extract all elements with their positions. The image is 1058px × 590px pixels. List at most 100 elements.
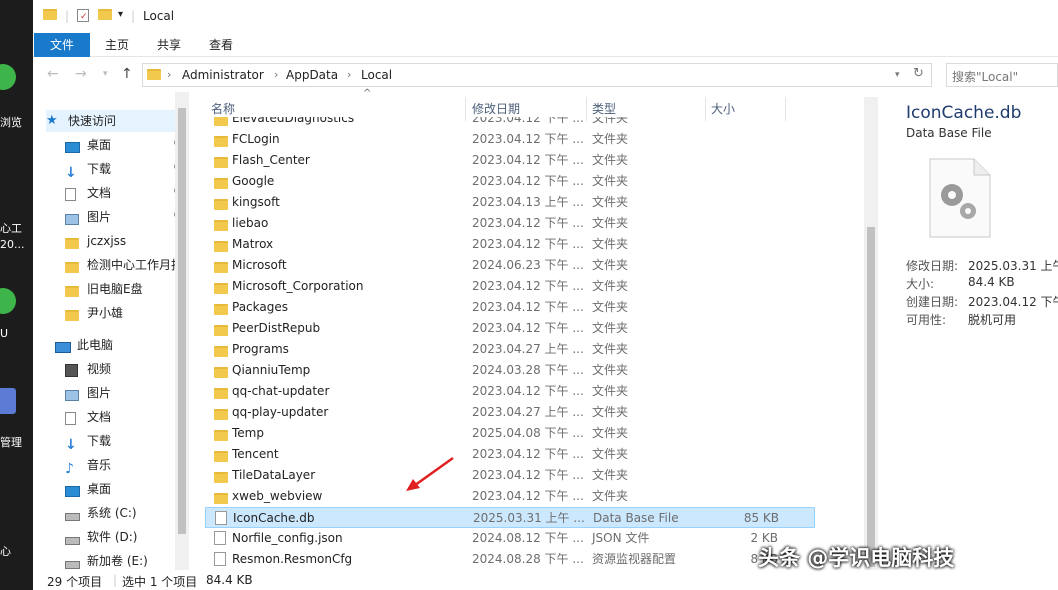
sidebar-item[interactable]: 图片 [65,382,183,404]
file-row[interactable]: Norfile_config.json 2024.08.12 下午 ... JSON… [205,528,815,549]
file-row[interactable]: ElevatedDiagnostics 2023.04.12 下午 ... 文件夹 [205,117,815,129]
preview-prop-value: 脱机可用 [968,313,1017,327]
address-bar[interactable]: › Administrator › AppData › Local ▾ ↻ [142,63,932,87]
desktop-label: 心工 [0,222,22,235]
sidebar-item[interactable]: 系统 (C:) [65,502,183,524]
file-type: 文件夹 [592,405,629,419]
file-row[interactable]: Matrox 2023.04.12 下午 ... 文件夹 [205,234,815,255]
file-row[interactable]: liebao 2023.04.12 下午 ... 文件夹 [205,213,815,234]
file-row[interactable]: FCLogin 2023.04.12 下午 ... 文件夹 [205,129,815,150]
sidebar-item[interactable]: 软件 (D:) [65,526,183,548]
nav-scrollbar[interactable] [175,92,189,570]
chevron-down-icon[interactable]: ▾ [103,69,108,79]
column-name[interactable]: 名称 [211,100,235,117]
chevron-right-icon[interactable]: › [167,68,171,81]
column-type[interactable]: 类型 [592,100,616,117]
column-date[interactable]: 修改日期 [472,100,520,117]
file-name: liebao [232,216,269,230]
chevron-down-icon[interactable]: ▾ [895,70,900,80]
desktop-icon [65,482,81,497]
chevron-right-icon[interactable]: › [347,68,351,81]
file-row[interactable]: xweb_webview 2023.04.12 下午 ... 文件夹 [205,486,815,507]
sidebar-item[interactable]: 桌面 [65,478,183,500]
sidebar-item-label: 此电脑 [77,338,114,352]
sidebar-item[interactable]: 旧电脑E盘 [65,278,183,300]
sidebar-item[interactable]: 文档 [65,406,183,428]
file-name: TileDataLayer [232,468,316,482]
file-row[interactable]: Tencent 2023.04.12 下午 ... 文件夹 [205,444,815,465]
tab-file[interactable]: 文件 [34,33,90,57]
file-name: FCLogin [232,132,280,146]
properties-icon[interactable]: ✓ [77,9,89,25]
app-icon[interactable] [0,388,16,414]
file-row[interactable]: Microsoft 2024.06.23 下午 ... 文件夹 [205,255,815,276]
file-type: 文件夹 [592,132,629,146]
file-row[interactable]: qq-chat-updater 2023.04.12 下午 ... 文件夹 [205,381,815,402]
file-row[interactable]: Temp 2025.04.08 下午 ... 文件夹 [205,423,815,444]
file-type: 文件夹 [592,216,629,230]
sidebar-item[interactable]: 新加卷 (E:) [65,550,183,572]
column-size[interactable]: 大小 [711,100,735,117]
scroll-thumb[interactable] [867,227,875,567]
up-icon[interactable]: ↑ [121,66,133,82]
sidebar-item[interactable]: 图片⚲ [65,206,183,228]
document-icon [65,410,81,425]
tab-share[interactable]: 共享 [149,33,189,57]
file-row[interactable]: Resmon.ResmonCfg 2024.08.28 下午 ... 资源监视器配置… [205,549,815,570]
file-row[interactable]: qq-play-updater 2023.04.27 上午 ... 文件夹 [205,402,815,423]
file-row[interactable]: IconCache.db 2025.03.31 上午 ... Data Base F… [205,507,815,528]
chevron-down-icon[interactable]: ▾ [118,9,123,20]
search-input[interactable]: 搜索"Local" [946,63,1058,87]
sidebar-item[interactable]: 桌面⚲ [65,134,183,156]
file-name: Microsoft_Corporation [232,279,364,293]
nav-quick-access[interactable]: ★ 快速访问 [46,110,183,132]
app-icon[interactable] [0,288,16,314]
file-row[interactable]: QianniuTemp 2024.03.28 下午 ... 文件夹 [205,360,815,381]
file-name: Programs [232,342,289,356]
desktop-label: 浏览 [0,116,22,129]
back-icon[interactable]: ← [47,66,59,82]
file-date: 2023.04.12 下午 ... [472,489,584,503]
file-row[interactable]: Google 2023.04.12 下午 ... 文件夹 [205,171,815,192]
file-row[interactable]: Microsoft_Corporation 2023.04.12 下午 ... 文件… [205,276,815,297]
sidebar-item[interactable]: ↓ 下载 [65,430,183,452]
sidebar-item[interactable]: 检测中心工作月报 [65,254,183,276]
app-icon[interactable] [0,64,16,90]
ribbon: 文件 主页 共享 查看 [33,33,1058,57]
column-headers: 名称 ^ 修改日期 类型 大小 [205,88,795,121]
file-row[interactable]: Programs 2023.04.27 上午 ... 文件夹 [205,339,815,360]
file-date: 2023.04.12 下午 ... [472,117,584,125]
file-type: 文件夹 [592,258,629,272]
breadcrumb-appdata[interactable]: AppData [286,68,338,82]
file-row[interactable]: kingsoft 2023.04.13 上午 ... 文件夹 [205,192,815,213]
sidebar-item[interactable]: 文档⚲ [65,182,183,204]
forward-icon[interactable]: → [75,66,87,82]
list-scrollbar[interactable] [864,97,878,570]
sidebar-item-label: 图片 [87,386,112,400]
new-folder-icon[interactable] [98,9,112,23]
sidebar-item[interactable]: 视频 [65,358,183,380]
file-row[interactable]: Flash_Center 2023.04.12 下午 ... 文件夹 [205,150,815,171]
breadcrumb-administrator[interactable]: Administrator [182,68,264,82]
sidebar-item[interactable]: ↓下载⚲ [65,158,183,180]
tab-view[interactable]: 查看 [201,33,241,57]
breadcrumb-local[interactable]: Local [361,68,392,82]
file-row[interactable]: Packages 2023.04.12 下午 ... 文件夹 [205,297,815,318]
title-bar: | ✓ ▾ | Local [33,0,1058,33]
scroll-thumb[interactable] [178,108,186,534]
preview-title: IconCache.db [906,103,1022,123]
chevron-right-icon[interactable]: › [274,68,278,81]
sidebar-item-label: 新加卷 (E:) [87,554,148,568]
file-row[interactable]: TileDataLayer 2023.04.12 下午 ... 文件夹 [205,465,815,486]
file-date: 2025.04.08 下午 ... [472,426,584,440]
sidebar-item[interactable]: 尹小雄 [65,302,183,324]
file-name: PeerDistRepub [232,321,321,335]
sidebar-item[interactable]: ♪ 音乐 [65,454,183,476]
tab-home[interactable]: 主页 [97,33,137,57]
sidebar-item[interactable]: jczxjss [65,230,183,252]
file-name: QianniuTemp [232,363,311,377]
sidebar-item-this-pc[interactable]: 此电脑 [55,334,175,356]
desktop-label: U [0,327,9,340]
refresh-icon[interactable]: ↻ [913,66,924,81]
file-row[interactable]: PeerDistRepub 2023.04.12 下午 ... 文件夹 [205,318,815,339]
